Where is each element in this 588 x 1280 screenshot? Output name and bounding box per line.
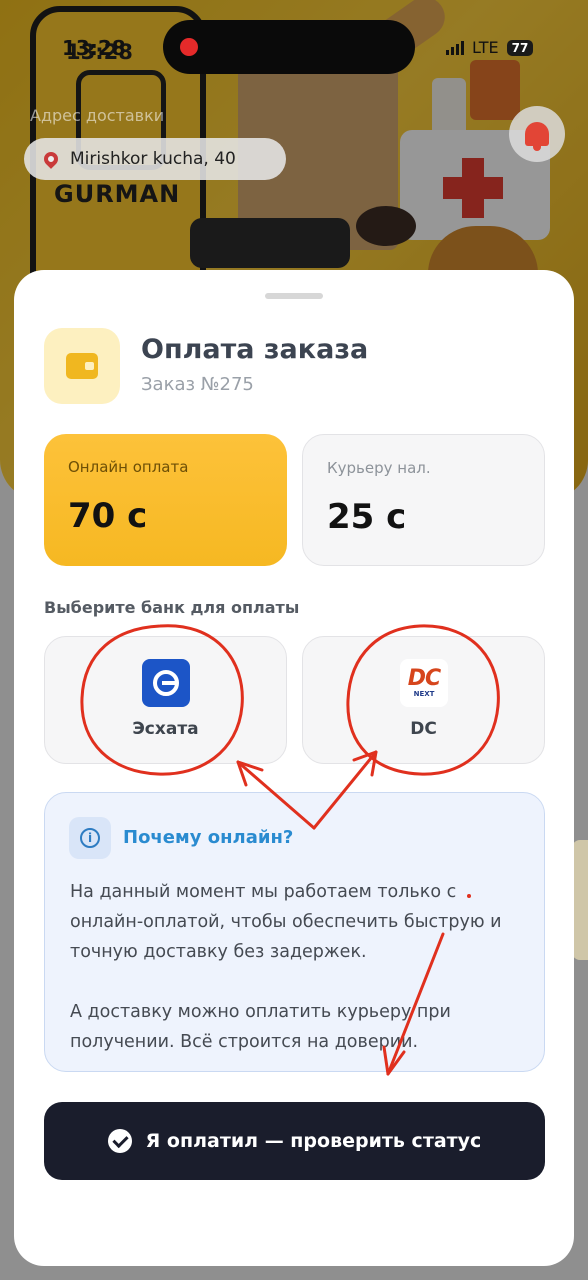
confirm-payment-label: Я оплатил — проверить статус: [145, 1130, 482, 1152]
confirm-payment-button[interactable]: Я оплатил — проверить статус: [44, 1102, 545, 1180]
info-icon-tile: i: [69, 817, 111, 859]
signal-icon: [446, 40, 464, 55]
order-number: Заказ №275: [141, 374, 254, 395]
payment-bottom-sheet: Оплата заказа Заказ №275 Онлайн оплата 7…: [14, 270, 574, 1266]
sheet-title: Оплата заказа: [141, 334, 369, 365]
courier-payment-card[interactable]: Курьеру нал. 25 с: [302, 434, 545, 566]
background-card-edge: [572, 840, 588, 960]
dynamic-island: [163, 20, 415, 74]
online-payment-label: Онлайн оплата: [68, 458, 189, 476]
online-payment-card[interactable]: Онлайн оплата 70 с: [44, 434, 287, 566]
info-icon: i: [80, 828, 100, 848]
bank-name-eskhata: Эсхата: [132, 719, 199, 739]
info-paragraph-1: На данный момент мы работаем только с он…: [70, 882, 502, 962]
dc-logo-sub: NEXT: [413, 690, 435, 698]
info-title: Почему онлайн?: [123, 827, 294, 848]
sheet-drag-handle[interactable]: [265, 293, 323, 299]
bank-option-eskhata[interactable]: Эсхата: [44, 636, 287, 764]
notifications-button[interactable]: [509, 106, 565, 162]
dc-logo-letters: DC: [407, 666, 441, 691]
battery-icon: 77: [506, 39, 534, 56]
recording-indicator-icon: [180, 38, 198, 56]
status-time: 13:28: [62, 36, 126, 60]
courier-payment-amount: 25 с: [327, 497, 407, 537]
status-indicators: LTE 77: [446, 38, 534, 57]
info-text: На данный момент мы работаем только с он…: [70, 877, 530, 1057]
wallet-icon: [66, 353, 98, 379]
why-online-info-box: i Почему онлайн? На данный момент мы раб…: [44, 792, 545, 1072]
bank-option-dc[interactable]: DC NEXT DC: [302, 636, 545, 764]
bell-icon: [525, 122, 549, 151]
bank-name-dc: DC: [410, 719, 437, 739]
eskhata-logo-icon: [142, 659, 190, 707]
location-pin-icon: [41, 149, 61, 169]
delivery-address-label: Адрес доставки: [30, 106, 165, 125]
delivery-address-pill[interactable]: Mirishkor kucha, 40: [24, 138, 286, 180]
info-paragraph-2: А доставку можно оплатить курьеру при по…: [70, 1002, 451, 1052]
dc-next-logo-icon: DC NEXT: [400, 659, 448, 707]
wallet-icon-tile: [44, 328, 120, 404]
check-circle-icon: [107, 1129, 132, 1153]
delivery-address-text: Mirishkor kucha, 40: [70, 149, 236, 169]
bank-select-label: Выберите банк для оплаты: [44, 598, 300, 617]
online-payment-amount: 70 с: [68, 496, 148, 536]
network-type: LTE: [472, 38, 499, 57]
courier-payment-label: Курьеру нал.: [327, 459, 431, 477]
